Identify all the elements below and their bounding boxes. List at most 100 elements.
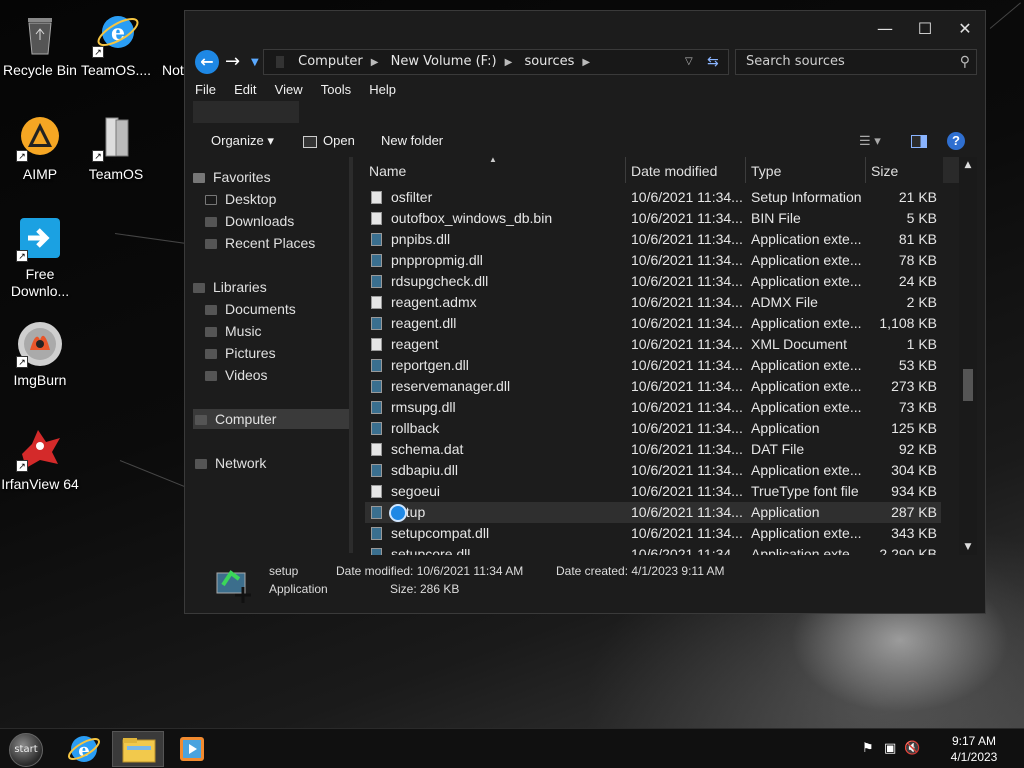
shortcut-arrow-icon: ↗ [92, 46, 104, 58]
breadcrumb-chevron-icon[interactable]: ▶ [371, 57, 379, 68]
table-row[interactable]: rmsupg.dll 10/6/2021 11:34... Application … [365, 397, 941, 418]
start-button[interactable]: start [9, 733, 43, 767]
taskbar-internet-explorer[interactable]: e [58, 731, 110, 767]
table-row[interactable]: rdsupgcheck.dll 10/6/2021 11:34... Applica… [365, 271, 941, 292]
column-name[interactable]: Name [369, 161, 406, 181]
table-row[interactable]: setup 10/6/2021 11:34... Application 287 KB [365, 502, 941, 523]
column-divider[interactable] [745, 157, 746, 183]
open-button[interactable]: Open [303, 131, 355, 151]
search-icon[interactable]: ⚲ [960, 50, 970, 74]
nav-libraries[interactable]: Libraries [193, 277, 351, 297]
close-button[interactable]: ✕ [951, 17, 979, 41]
shortcut-arrow-icon: ↗ [92, 150, 104, 162]
table-row[interactable]: setupcore.dll 10/6/2021 11:34... Applicati… [365, 544, 941, 555]
table-row[interactable]: schema.dat 10/6/2021 11:34... DAT File 92 K… [365, 439, 941, 460]
menu-view[interactable]: View [275, 79, 303, 101]
search-input[interactable]: Search sources ⚲ [735, 49, 977, 75]
nav-downloads[interactable]: Downloads [193, 211, 351, 231]
shortcut-arrow-icon: ↗ [16, 150, 28, 162]
nav-documents[interactable]: Documents [193, 299, 351, 319]
nav-music[interactable]: Music [193, 321, 351, 341]
taskbar-media-player[interactable] [166, 731, 218, 767]
taskbar-file-explorer[interactable] [112, 731, 164, 767]
help-icon[interactable]: ? [947, 132, 965, 150]
file-size-cell: 304 KB [891, 462, 937, 478]
column-size[interactable]: Size [871, 161, 898, 181]
desktop-icon-irfanview[interactable]: ↗ IrfanView 64 [0, 424, 80, 493]
menu-help[interactable]: Help [369, 79, 396, 101]
menu-edit[interactable]: Edit [234, 79, 256, 101]
menu-file[interactable]: File [195, 79, 216, 101]
nav-network[interactable]: Network [193, 453, 351, 473]
table-row[interactable]: outofbox_windows_db.bin 10/6/2021 11:34..… [365, 208, 941, 229]
nav-favorites[interactable]: Favorites [193, 167, 351, 187]
file-date-cell: 10/6/2021 11:34... [631, 483, 743, 499]
forward-button[interactable]: → [225, 50, 240, 74]
column-divider[interactable] [865, 157, 866, 183]
desktop-icon-recycle-bin[interactable]: Recycle Bin [0, 10, 80, 79]
table-row[interactable]: reagent.dll 10/6/2021 11:34... Application… [365, 313, 941, 334]
header-filler [943, 157, 959, 183]
nav-computer[interactable]: Computer [193, 409, 351, 429]
address-bar[interactable]: Computer ▶ New Volume (F:) ▶ sources ▶ [263, 49, 729, 75]
desktop-icon-label: Downlo... [10, 283, 70, 299]
desktop-icon-free-download[interactable]: ↗ Free Downlo... [0, 214, 80, 300]
table-row[interactable]: sdbapiu.dll 10/6/2021 11:34... Application… [365, 460, 941, 481]
recent-pages-button[interactable]: ▼ [251, 51, 259, 75]
table-row[interactable]: pnpibs.dll 10/6/2021 11:34... Application … [365, 229, 941, 250]
nav-desktop[interactable]: Desktop [193, 189, 351, 209]
column-date-modified[interactable]: Date modified [631, 161, 717, 181]
back-button[interactable]: ← [195, 50, 219, 74]
column-type[interactable]: Type [751, 161, 781, 181]
nav-label: Videos [225, 367, 268, 383]
desktop-icon-aimp[interactable]: ↗ AIMP [0, 114, 80, 183]
organize-button[interactable]: Organize ▾ [211, 131, 274, 151]
file-name-cell: rmsupg.dll [391, 399, 456, 415]
table-row[interactable]: reservemanager.dll 10/6/2021 11:34... Appl… [365, 376, 941, 397]
breadcrumb-drive[interactable]: New Volume (F:) [391, 54, 497, 69]
clock-time: 9:17 AM [951, 734, 997, 748]
table-row[interactable]: rollback 10/6/2021 11:34... Application 125… [365, 418, 941, 439]
new-folder-button[interactable]: New folder [381, 131, 443, 151]
table-row[interactable]: reagent 10/6/2021 11:34... XML Document 1 K… [365, 334, 941, 355]
breadcrumb-chevron-icon[interactable]: ▶ [582, 57, 590, 68]
file-list-scrollbar[interactable]: ▲ ▼ [959, 157, 977, 555]
table-row[interactable]: setupcompat.dll 10/6/2021 11:34... Applica… [365, 523, 941, 544]
volume-muted-icon[interactable]: 🔇 [904, 741, 920, 756]
scroll-up-icon[interactable]: ▲ [959, 157, 977, 173]
scrollbar-thumb[interactable] [963, 369, 973, 401]
file-size-cell: 287 KB [891, 504, 937, 520]
menu-tools[interactable]: Tools [321, 79, 351, 101]
table-row[interactable]: pnppropmig.dll 10/6/2021 11:34... Applicat… [365, 250, 941, 271]
table-row[interactable]: reportgen.dll 10/6/2021 11:34... Applicati… [365, 355, 941, 376]
file-name-cell: reportgen.dll [391, 357, 469, 373]
scroll-down-icon[interactable]: ▼ [959, 539, 977, 555]
file-type-cell: TrueType font file [751, 483, 859, 499]
desktop-icon-teamos-folder[interactable]: ↗ TeamOS [76, 114, 156, 183]
navigation-pane-scrollbar[interactable] [349, 157, 353, 553]
desktop-icon-imgburn[interactable]: ↗ ImgBurn [0, 320, 80, 389]
file-icon [371, 485, 382, 498]
network-status-icon[interactable]: ▣ [884, 741, 896, 756]
nav-videos[interactable]: Videos [193, 365, 351, 385]
taskbar-clock[interactable]: 9:17 AM 4/1/2023 [944, 733, 1004, 765]
desktop-icon-notepad[interactable]: Not [142, 10, 186, 79]
preview-pane-icon[interactable] [911, 131, 927, 151]
table-row[interactable]: segoeui 10/6/2021 11:34... TrueType font f… [365, 481, 941, 502]
column-divider[interactable] [625, 157, 626, 183]
title-bar[interactable]: — ☐ ✕ [185, 11, 985, 45]
view-options-icon[interactable]: ☰ ▾ [859, 131, 881, 151]
minimize-button[interactable]: — [871, 17, 899, 41]
action-center-flag-icon[interactable]: ⚑ [862, 741, 874, 756]
nav-pictures[interactable]: Pictures [193, 343, 351, 363]
address-dropdown-icon[interactable]: ▽ [685, 49, 693, 75]
table-row[interactable]: osfilter 10/6/2021 11:34... Setup Informat… [365, 187, 941, 208]
maximize-button[interactable]: ☐ [911, 17, 939, 41]
table-row[interactable]: reagent.admx 10/6/2021 11:34... ADMX File 2… [365, 292, 941, 313]
breadcrumb-sources[interactable]: sources [524, 54, 574, 69]
refresh-icon[interactable]: ⇆ [707, 49, 719, 75]
nav-recent-places[interactable]: Recent Places [193, 233, 351, 253]
recent-places-icon [205, 239, 217, 250]
breadcrumb-chevron-icon[interactable]: ▶ [505, 57, 513, 68]
breadcrumb-computer[interactable]: Computer [298, 54, 363, 69]
